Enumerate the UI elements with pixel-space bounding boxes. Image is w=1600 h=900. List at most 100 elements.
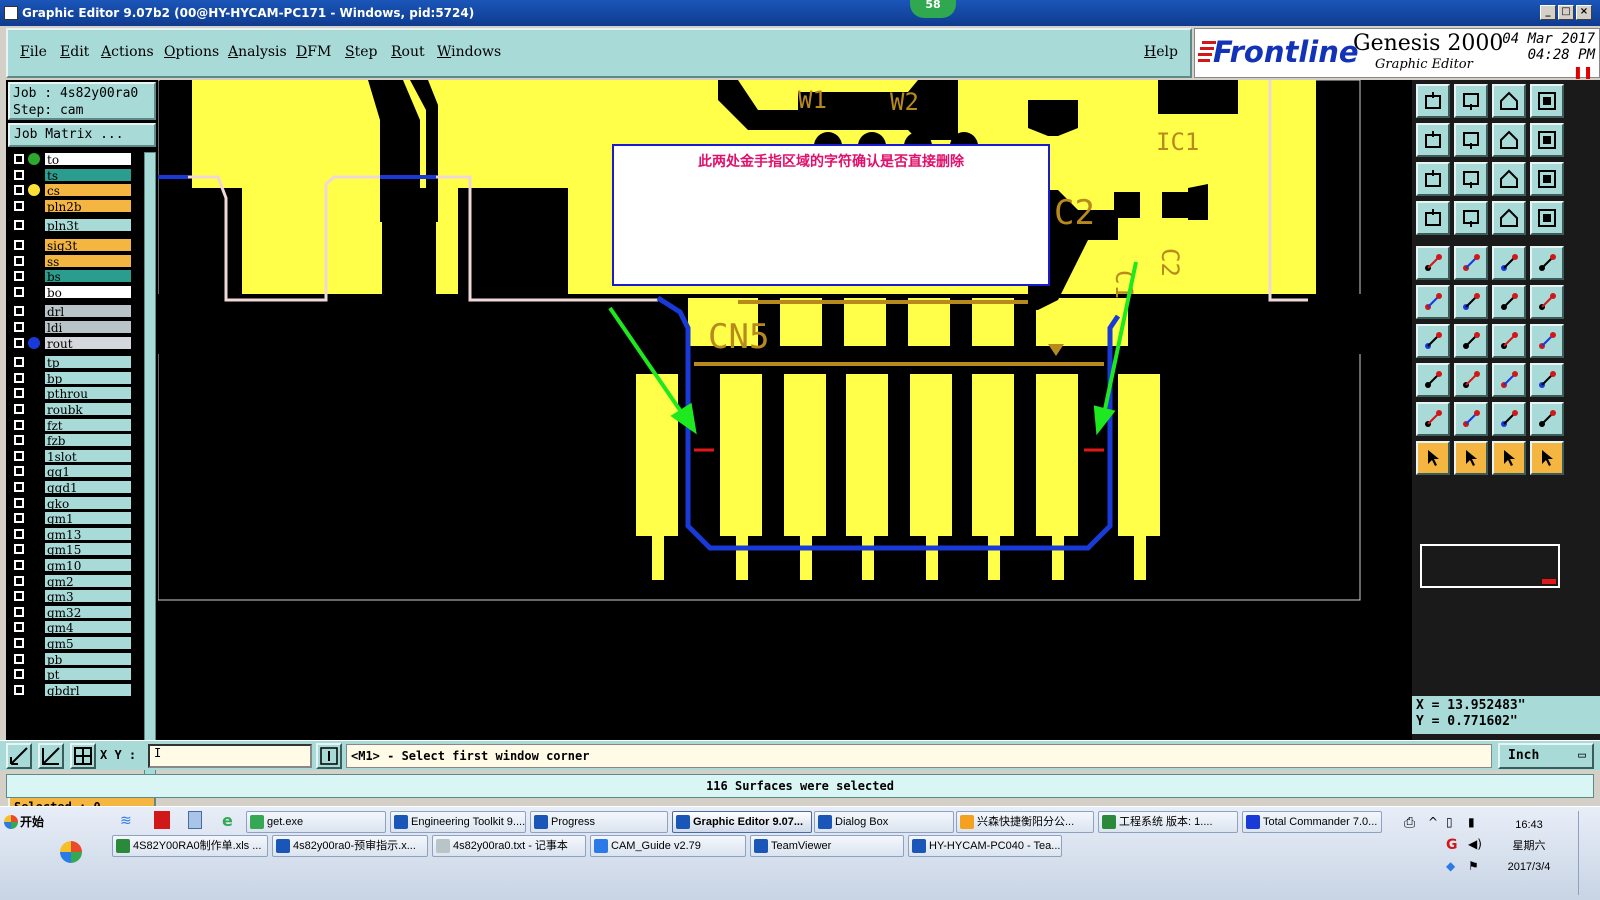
layer-name[interactable]: to: [44, 152, 132, 167]
layer-row[interactable]: gm15: [8, 542, 132, 557]
layer-checkbox[interactable]: [14, 220, 24, 231]
layer-name[interactable]: rout: [44, 335, 132, 351]
ruler-icon[interactable]: [1492, 246, 1526, 280]
show-desktop-icon[interactable]: [60, 841, 82, 863]
layer-name[interactable]: pb: [44, 651, 132, 667]
layer-name[interactable]: tp: [44, 355, 132, 370]
select-reverse-icon[interactable]: [1492, 441, 1526, 475]
layer-scrollbar[interactable]: [144, 152, 156, 786]
taskbar-button[interactable]: TeamViewer: [750, 835, 904, 857]
flip-icon[interactable]: [1530, 123, 1564, 157]
feature-add-icon[interactable]: [1416, 246, 1450, 280]
layer-name[interactable]: gm5: [44, 636, 132, 651]
layer-row[interactable]: gm13: [8, 526, 132, 542]
layer-row[interactable]: gm1: [8, 511, 132, 526]
layer-row[interactable]: bs: [8, 269, 132, 284]
layer-name[interactable]: drl: [44, 304, 132, 319]
quicklaunch-ie-icon[interactable]: e: [222, 811, 233, 830]
highlight-icon[interactable]: [1454, 246, 1488, 280]
layer-row[interactable]: bo: [8, 284, 132, 300]
tray-printer-icon[interactable]: ⎙: [1404, 815, 1415, 831]
layer-checkbox[interactable]: [14, 528, 24, 539]
layer-checkbox[interactable]: [14, 669, 24, 680]
select-pointer-icon[interactable]: [1416, 441, 1450, 475]
layer-row[interactable]: bp: [8, 370, 132, 386]
layer-row[interactable]: gm3: [8, 589, 132, 604]
layer-row[interactable]: rout: [8, 335, 132, 351]
layer-row[interactable]: pb: [8, 651, 132, 667]
start-button[interactable]: 开始: [2, 811, 50, 833]
layer-name[interactable]: gm1: [44, 511, 132, 526]
edit-props-icon[interactable]: [1416, 201, 1450, 235]
quicklaunch-pdf-icon[interactable]: [154, 811, 170, 829]
move-view-icon[interactable]: [1454, 162, 1488, 196]
layer-row[interactable]: ss: [8, 253, 132, 269]
snip-icon[interactable]: [1454, 363, 1488, 397]
layer-checkbox[interactable]: [14, 271, 24, 282]
minimize-button[interactable]: _: [1540, 5, 1556, 20]
add-line-icon[interactable]: [1530, 285, 1564, 319]
layer-name[interactable]: ss: [44, 253, 132, 269]
line-edit-icon[interactable]: [1454, 324, 1488, 358]
layer-checkbox[interactable]: [14, 544, 24, 555]
layer-checkbox[interactable]: [14, 337, 24, 348]
angle-icon[interactable]: [1416, 324, 1450, 358]
layer-name[interactable]: bs: [44, 269, 132, 284]
layer-checkbox[interactable]: [14, 255, 24, 266]
triangle-c-icon[interactable]: [1492, 402, 1526, 436]
layer-checkbox[interactable]: [14, 404, 24, 414]
taskbar-button[interactable]: HY-HYCAM-PC040 - Tea...: [908, 835, 1062, 857]
pan-all-icon[interactable]: [1416, 162, 1450, 196]
mini-map[interactable]: [1420, 544, 1560, 588]
layer-checkbox[interactable]: [14, 497, 24, 508]
menu-actions[interactable]: Actions: [101, 44, 154, 60]
taskbar-button[interactable]: get.exe: [246, 811, 386, 833]
connect-icon[interactable]: [1416, 285, 1450, 319]
layer-name[interactable]: gm4: [44, 620, 132, 635]
layer-row[interactable]: ts: [8, 167, 132, 183]
maximize-button[interactable]: □: [1558, 5, 1574, 20]
fill-pad-icon[interactable]: [1530, 246, 1564, 280]
layer-row[interactable]: sig3t: [8, 238, 132, 253]
layer-row[interactable]: gko: [8, 495, 132, 511]
copy-pad-icon[interactable]: [1416, 363, 1450, 397]
tray-g-icon[interactable]: G: [1446, 837, 1458, 853]
layer-name[interactable]: gg1: [44, 464, 132, 479]
group-icon[interactable]: [1530, 363, 1564, 397]
menu-file[interactable]: File: [20, 44, 47, 60]
layer-checkbox[interactable]: [14, 357, 24, 368]
layer-name[interactable]: pthrou: [44, 386, 132, 401]
add-pad-icon[interactable]: [1492, 285, 1526, 319]
layer-name[interactable]: ggd1: [44, 480, 132, 495]
layer-row[interactable]: pln2b: [8, 198, 132, 214]
layer-name[interactable]: pln3t: [44, 218, 132, 233]
menu-step[interactable]: Step: [345, 44, 377, 60]
layer-checkbox[interactable]: [14, 622, 24, 633]
layer-up-icon[interactable]: [1416, 84, 1450, 118]
layer-row[interactable]: gg1: [8, 464, 132, 479]
units-select[interactable]: Inch ▭: [1498, 743, 1594, 769]
tray-volume-icon[interactable]: ◀): [1468, 837, 1482, 851]
system-clock[interactable]: 16:43 星期六 2017/3/4: [1494, 815, 1564, 878]
layer-name[interactable]: gm32: [44, 604, 132, 620]
layer-name[interactable]: bp: [44, 370, 132, 386]
quicklaunch-calculator-icon[interactable]: [188, 811, 202, 829]
layer-row[interactable]: fzt: [8, 417, 132, 433]
layer-checkbox[interactable]: [14, 200, 24, 211]
mirror-icon[interactable]: [1492, 123, 1526, 157]
taskbar-button[interactable]: Total Commander 7.0...: [1242, 811, 1382, 833]
layer-checkbox[interactable]: [14, 560, 24, 570]
layer-row[interactable]: tp: [8, 355, 132, 370]
taskbar-button[interactable]: 4S82Y00RA0制作单.xls ...: [112, 835, 268, 857]
show-desktop-button[interactable]: [1578, 811, 1596, 895]
menu-rout[interactable]: Rout: [391, 44, 425, 60]
layer-checkbox[interactable]: [14, 306, 24, 317]
layer-name[interactable]: cs: [44, 183, 132, 198]
layer-checkbox[interactable]: [14, 240, 24, 250]
redo-step-icon[interactable]: [1454, 123, 1488, 157]
close-button[interactable]: ×: [1576, 5, 1592, 20]
layer-row[interactable]: gm5: [8, 636, 132, 651]
layer-name[interactable]: gm10: [44, 558, 132, 573]
measure-icon[interactable]: [1454, 201, 1488, 235]
layer-row[interactable]: gm10: [8, 558, 132, 573]
